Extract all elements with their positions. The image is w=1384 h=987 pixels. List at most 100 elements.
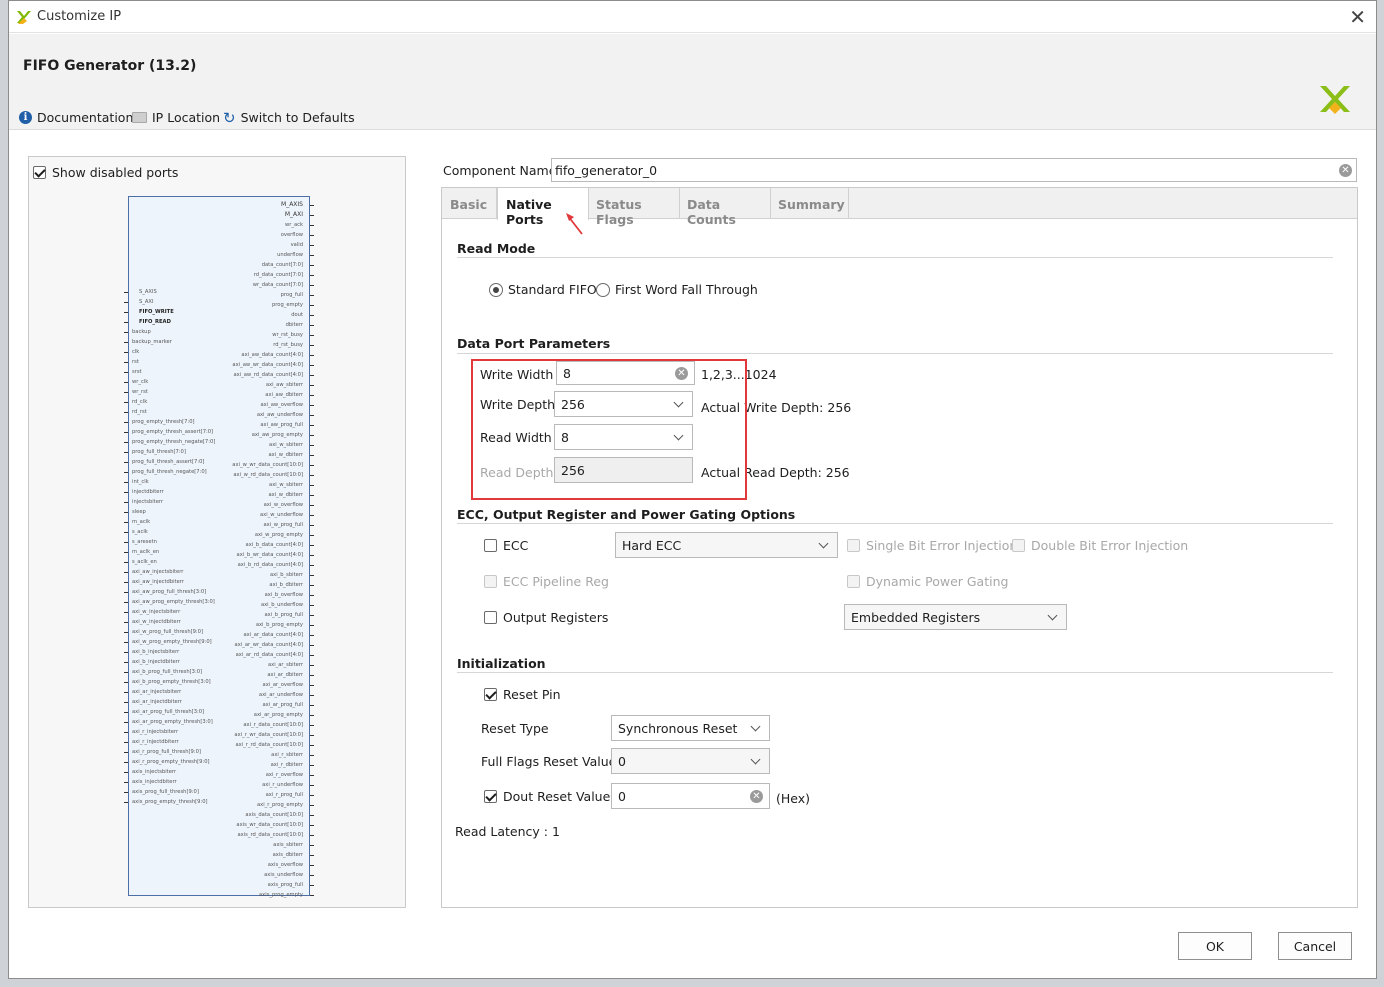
chevron-down-icon <box>750 721 761 731</box>
symbol-pin-left: axis_injectdbiterr <box>132 779 177 785</box>
symbol-pin-tick <box>310 845 314 846</box>
tab-data-counts[interactable]: Data Counts <box>679 188 771 227</box>
symbol-pin-tick <box>310 805 314 806</box>
symbol-pin-tick <box>310 525 314 526</box>
symbol-pin-right: wr_rst_busy <box>272 332 303 338</box>
documentation-button[interactable]: i Documentation <box>19 110 133 125</box>
dout-reset-input[interactable]: 0 ✕ <box>611 783 770 809</box>
symbol-pin-left: axi_w_injectsbiterr <box>132 609 181 615</box>
switch-to-defaults-button[interactable]: ↻ Switch to Defaults <box>223 110 355 125</box>
tab-status-flags[interactable]: Status Flags <box>588 188 680 227</box>
dout-reset-checkbox[interactable]: Dout Reset Value <box>484 789 610 804</box>
symbol-pin-tick <box>310 515 314 516</box>
symbol-pin-right: axi_r_data_count[10:0] <box>243 722 303 728</box>
cancel-button[interactable]: Cancel <box>1278 932 1352 960</box>
symbol-pin-left: prog_full_thresh[7:0] <box>132 449 186 455</box>
reset-pin-checkbox[interactable]: Reset Pin <box>484 687 561 702</box>
symbol-pin-left: s_aresetn <box>132 539 157 545</box>
symbol-pin-left: s_aclk_en <box>132 559 157 565</box>
checkbox-box[interactable] <box>33 166 46 179</box>
symbol-pin-tick <box>124 382 128 383</box>
checkbox-box[interactable] <box>847 539 860 552</box>
dynamic-power-gating-checkbox[interactable]: Dynamic Power Gating <box>847 574 1008 589</box>
checkbox-box[interactable] <box>484 790 497 803</box>
symbol-pin-tick <box>124 732 128 733</box>
symbol-pin-tick <box>310 645 314 646</box>
ip-location-button[interactable]: IP Location <box>132 110 220 125</box>
symbol-pin-tick <box>124 422 128 423</box>
symbol-pin-left: srst <box>132 369 142 375</box>
close-icon[interactable]: ✕ <box>1349 5 1366 29</box>
symbol-pin-tick <box>310 375 314 376</box>
initialization-heading: Initialization <box>457 656 546 671</box>
component-name-input[interactable]: fifo_generator_0 ✕ <box>551 158 1357 182</box>
symbol-pin-left: axis_injectsbiterr <box>132 769 177 775</box>
ecc-type-select[interactable]: Hard ECC <box>615 532 838 558</box>
symbol-pin-right: axi_b_dbiterr <box>269 582 303 588</box>
checkbox-box[interactable] <box>484 611 497 624</box>
symbol-pin-right: axis_data_count[10:0] <box>245 812 303 818</box>
symbol-pin-tick <box>124 412 128 413</box>
hex-suffix: (Hex) <box>776 791 811 806</box>
output-registers-checkbox[interactable]: Output Registers <box>484 610 608 625</box>
ecc-checkbox[interactable]: ECC <box>484 538 528 553</box>
ok-button[interactable]: OK <box>1178 932 1252 960</box>
symbol-pin-left: axi_r_prog_full_thresh[9:0] <box>132 749 201 755</box>
symbol-pin-right: rd_data_count[7:0] <box>253 272 303 278</box>
title-bar: Customize IP ✕ <box>9 1 1376 33</box>
symbol-pin-right: axi_ar_sbiterr <box>267 662 303 668</box>
symbol-pin-tick <box>124 302 128 303</box>
symbol-pin-tick <box>124 802 128 803</box>
symbol-pin-tick <box>310 355 314 356</box>
double-bit-error-checkbox[interactable]: Double Bit Error Injection <box>1012 538 1188 553</box>
standard-fifo-radio[interactable]: Standard FIFO <box>489 282 597 297</box>
symbol-pin-right: data_count[7:0] <box>261 262 303 268</box>
symbol-pin-right: axi_b_sbiterr <box>269 572 303 578</box>
refresh-icon: ↻ <box>223 108 236 127</box>
symbol-pin-tick <box>310 835 314 836</box>
show-disabled-ports-checkbox[interactable]: Show disabled ports <box>33 165 178 180</box>
ecc-pipeline-checkbox[interactable]: ECC Pipeline Reg <box>484 574 609 589</box>
symbol-pin-right: axi_r_rd_data_count[10:0] <box>235 742 303 748</box>
symbol-pin-tick <box>310 855 314 856</box>
symbol-pin-left: axi_b_prog_full_thresh[3:0] <box>132 669 203 675</box>
symbol-pin-left: S_AXIS <box>139 289 157 295</box>
symbol-pin-tick <box>310 275 314 276</box>
radio-unselected[interactable] <box>596 282 610 297</box>
checkbox-box[interactable] <box>847 575 860 588</box>
symbol-pin-left: axi_aw_injectsbiterr <box>132 569 184 575</box>
symbol-pin-tick <box>124 462 128 463</box>
symbol-pin-tick <box>310 245 314 246</box>
symbol-pin-left: axi_aw_prog_empty_thresh[3:0] <box>132 599 215 605</box>
radio-selected[interactable] <box>489 282 503 297</box>
symbol-pin-tick <box>124 642 128 643</box>
tab-basic[interactable]: Basic <box>442 188 497 219</box>
checkbox-box[interactable] <box>484 539 497 552</box>
tab-panel: Basic Native Ports Status Flags Data Cou… <box>441 187 1358 908</box>
customize-ip-dialog: Customize IP ✕ FIFO Generator (13.2) i D… <box>8 0 1377 979</box>
reset-type-select[interactable]: Synchronous Reset <box>611 715 770 741</box>
single-bit-error-checkbox[interactable]: Single Bit Error Injection <box>847 538 1017 553</box>
symbol-pin-right: axi_ar_wr_data_count[4:0] <box>234 642 303 648</box>
checkbox-box[interactable] <box>1012 539 1025 552</box>
symbol-pin-left: prog_empty_thresh[7:0] <box>132 419 195 425</box>
symbol-pin-tick <box>310 265 314 266</box>
symbol-pin-tick <box>310 665 314 666</box>
clear-icon[interactable]: ✕ <box>750 789 763 803</box>
full-flags-reset-select[interactable]: 0 <box>611 748 770 774</box>
symbol-pin-right: axi_aw_overflow <box>260 402 303 408</box>
register-type-select[interactable]: Embedded Registers <box>844 604 1067 630</box>
symbol-pin-right: M_AXIS <box>281 201 303 208</box>
symbol-pin-right: axi_w_sbiterr <box>269 482 303 488</box>
tab-summary[interactable]: Summary <box>770 188 849 219</box>
symbol-pin-left: axi_ar_prog_empty_thresh[3:0] <box>132 719 213 725</box>
checkbox-box[interactable] <box>484 688 497 701</box>
fwft-radio[interactable]: First Word Fall Through <box>596 282 758 297</box>
symbol-pin-right: wr_data_count[7:0] <box>252 282 303 288</box>
symbol-pin-right: axi_w_rd_data_count[10:0] <box>233 472 303 478</box>
symbol-pin-tick <box>310 745 314 746</box>
checkbox-box[interactable] <box>484 575 497 588</box>
symbol-pin-tick <box>310 475 314 476</box>
symbol-pin-left: m_aclk_en <box>132 549 160 555</box>
clear-icon[interactable]: ✕ <box>1339 164 1352 177</box>
